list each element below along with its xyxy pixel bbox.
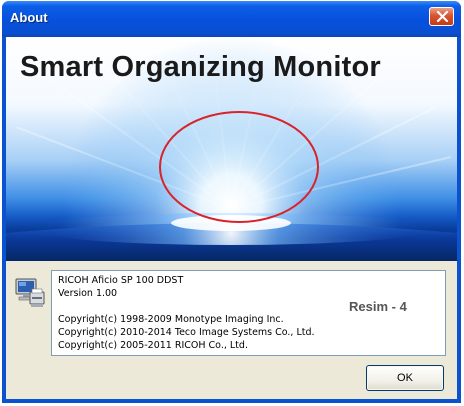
close-icon (436, 11, 449, 22)
product-title: Smart Organizing Monitor (20, 51, 381, 83)
info-area: RICOH Aficio SP 100 DDST Version 1.00 Co… (6, 261, 457, 399)
computer-printer-icon (15, 278, 45, 307)
title-bar[interactable]: About (2, 1, 461, 37)
product-banner: Smart Organizing Monitor (6, 37, 457, 261)
copyright-line-3: Copyright(c) 2005-2011 RICOH Co., Ltd. (58, 340, 248, 351)
product-info-box: RICOH Aficio SP 100 DDST Version 1.00 Co… (51, 270, 446, 356)
window-title: About (10, 10, 48, 25)
about-dialog: About Smart Organizing Monitor RICOH Afi… (2, 1, 461, 403)
close-button[interactable] (429, 7, 454, 26)
ok-button[interactable]: OK (366, 365, 444, 391)
product-name: RICOH Aficio SP 100 DDST (58, 275, 184, 286)
dialog-client-area: Smart Organizing Monitor RICOH Aficio SP… (6, 37, 457, 399)
version-text: Version 1.00 (58, 288, 118, 299)
copyright-line-2: Copyright(c) 2010-2014 Teco Image System… (58, 327, 315, 338)
figure-annotation: Resim - 4 (349, 299, 407, 314)
copyright-line-1: Copyright(c) 1998-2009 Monotype Imaging … (58, 314, 284, 325)
